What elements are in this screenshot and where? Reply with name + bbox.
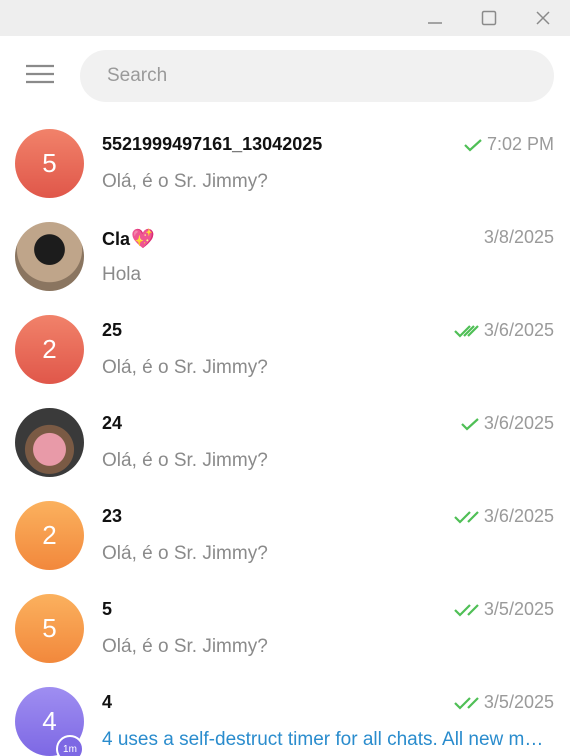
avatar: 2: [15, 501, 84, 570]
chat-name: Cla💖: [102, 227, 155, 251]
chat-name: 5: [102, 599, 113, 619]
main-menu-button[interactable]: [20, 56, 60, 96]
double-check-icon: [454, 696, 484, 710]
single-check-icon: [463, 138, 487, 152]
chat-item[interactable]: 5 5521999497161_13042025 7:02 PM Olá, é …: [0, 116, 570, 209]
minimize-icon: [427, 10, 443, 26]
single-check-icon: [460, 417, 484, 431]
chat-meta: 7:02 PM: [463, 134, 554, 155]
avatar-initial: 4: [42, 706, 57, 736]
maximize-icon: [481, 10, 497, 26]
chat-name-text: Cla: [102, 229, 131, 249]
chat-name: 5521999497161_13042025: [102, 134, 323, 154]
chat-time: 3/6/2025: [483, 413, 554, 433]
self-destruct-timer-badge: 1m: [56, 735, 84, 756]
chat-list: 5 5521999497161_13042025 7:02 PM Olá, é …: [0, 116, 570, 756]
avatar: 2: [15, 315, 84, 384]
chat-item[interactable]: 4 1m 4 3/5/2025 4 uses a self-destruct t…: [0, 674, 570, 756]
chat-item[interactable]: Cla💖 3/8/2025 Hola: [0, 209, 570, 302]
avatar-photo: [15, 408, 84, 477]
double-check-icon: [454, 510, 484, 524]
sparkling-heart-icon: 💖: [131, 229, 155, 250]
chat-item[interactable]: 2 23 3/6/2025 Olá, é o Sr. Jimmy?: [0, 488, 570, 581]
search-input[interactable]: [105, 64, 529, 88]
avatar-initial: 2: [42, 334, 57, 364]
chat-meta: 3/6/2025: [454, 320, 554, 341]
chat-time: 7:02 PM: [486, 134, 554, 154]
chat-name: 25: [102, 320, 123, 340]
chat-name: 4: [102, 692, 113, 712]
close-icon: [535, 10, 551, 26]
chat-preview: Olá, é o Sr. Jimmy?: [102, 450, 268, 471]
avatar-photo: [15, 222, 84, 291]
chat-item[interactable]: 5 5 3/5/2025 Olá, é o Sr. Jimmy?: [0, 581, 570, 674]
chat-preview: Olá, é o Sr. Jimmy?: [102, 357, 268, 378]
chat-item[interactable]: 2 25 3/6/2025 Olá, é o Sr. Jimmy?: [0, 302, 570, 395]
double-check-icon: [454, 324, 484, 338]
chat-time: 3/5/2025: [483, 692, 554, 712]
avatar-initial: 5: [42, 148, 57, 178]
chat-meta: 3/6/2025: [460, 413, 554, 434]
chat-name: 23: [102, 506, 123, 526]
chat-time: 3/6/2025: [483, 320, 554, 340]
timer-badge-label: 1m: [63, 743, 77, 755]
chat-list-header: [0, 36, 570, 116]
chat-meta: 3/8/2025: [484, 227, 554, 248]
chat-preview: Olá, é o Sr. Jimmy?: [102, 636, 268, 657]
chat-preview: Hola: [102, 264, 142, 285]
minimize-button[interactable]: [408, 0, 462, 36]
search-box: [80, 50, 554, 102]
close-button[interactable]: [516, 0, 570, 36]
chat-preview: 4 uses a self-destruct timer for all cha…: [102, 729, 552, 750]
chat-time: 3/6/2025: [483, 506, 554, 526]
avatar-initial: 2: [42, 520, 57, 550]
chat-preview: Olá, é o Sr. Jimmy?: [102, 543, 268, 564]
chat-preview: Olá, é o Sr. Jimmy?: [102, 171, 268, 192]
chat-meta: 3/5/2025: [454, 692, 554, 713]
hamburger-icon: [26, 64, 54, 89]
window-titlebar: [0, 0, 570, 36]
chat-time: 3/8/2025: [483, 227, 554, 247]
chat-time: 3/5/2025: [483, 599, 554, 619]
chat-meta: 3/5/2025: [454, 599, 554, 620]
avatar: 5: [15, 594, 84, 663]
chat-item[interactable]: 24 3/6/2025 Olá, é o Sr. Jimmy?: [0, 395, 570, 488]
avatar: 5: [15, 129, 84, 198]
double-check-icon: [454, 603, 484, 617]
chat-meta: 3/6/2025: [454, 506, 554, 527]
maximize-button[interactable]: [462, 0, 516, 36]
avatar-initial: 5: [42, 613, 57, 643]
chat-name: 24: [102, 413, 123, 433]
